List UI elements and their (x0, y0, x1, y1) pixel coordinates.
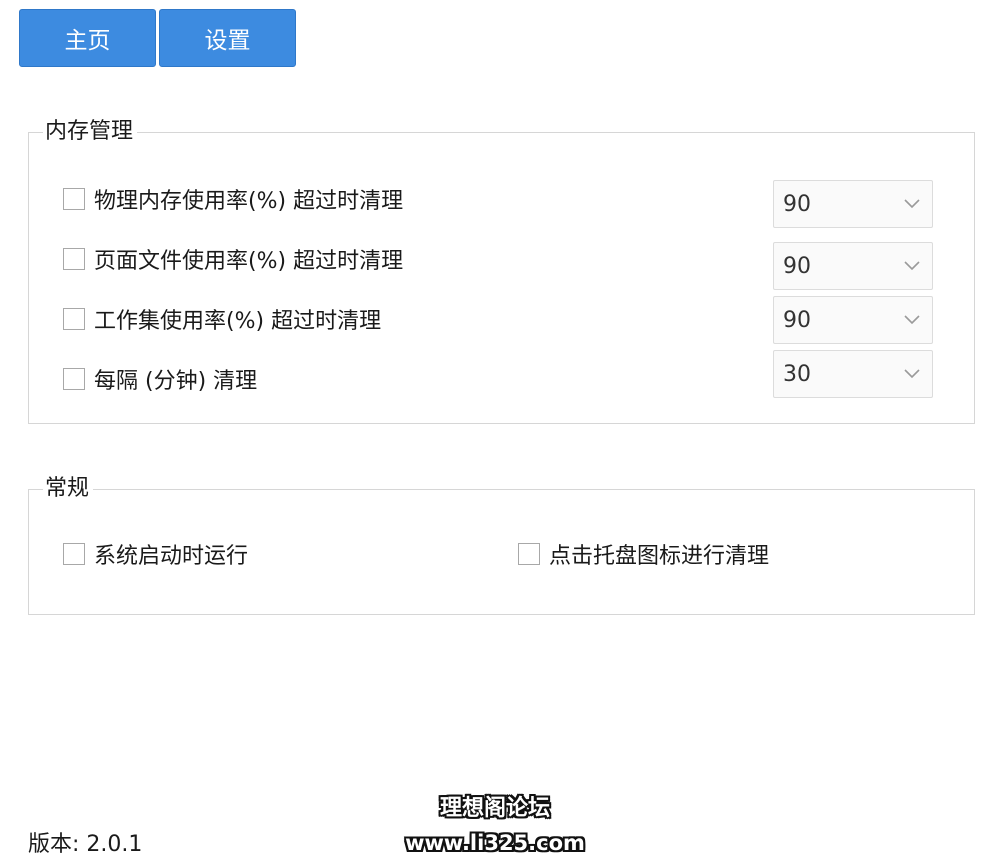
watermark-url: www.li325.com (405, 831, 585, 855)
page-file-label: 页面文件使用率(%) 超过时清理 (94, 249, 404, 274)
working-set-checkbox[interactable] (63, 308, 85, 330)
version-label: 版本: 2.0.1 (28, 832, 143, 857)
general-group: 常规 系统启动时运行 点击托盘图标进行清理 (28, 474, 975, 615)
chevron-down-icon (904, 199, 920, 209)
tray-click-clean-label: 点击托盘图标进行清理 (549, 544, 770, 569)
page-file-threshold-value: 90 (783, 253, 811, 279)
chevron-down-icon (904, 315, 920, 325)
interval-option[interactable]: 每隔 (分钟) 清理 (63, 363, 257, 395)
interval-checkbox[interactable] (63, 368, 85, 390)
tray-click-clean-checkbox[interactable] (518, 543, 540, 565)
memory-management-group: 内存管理 物理内存使用率(%) 超过时清理 90 页面文件使用率(%) 超过时清… (28, 117, 975, 424)
tray-click-clean-option[interactable]: 点击托盘图标进行清理 (518, 538, 769, 570)
general-title: 常规 (43, 474, 94, 504)
physical-memory-threshold-select[interactable]: 90 (773, 180, 933, 228)
physical-memory-checkbox[interactable] (63, 188, 85, 210)
run-at-startup-checkbox[interactable] (63, 543, 85, 565)
page-file-option[interactable]: 页面文件使用率(%) 超过时清理 (63, 243, 403, 275)
chevron-down-icon (904, 261, 920, 271)
interval-label: 每隔 (分钟) 清理 (94, 369, 258, 394)
run-at-startup-option[interactable]: 系统启动时运行 (63, 538, 248, 570)
run-at-startup-label: 系统启动时运行 (94, 544, 249, 569)
working-set-threshold-value: 90 (783, 307, 811, 333)
physical-memory-label: 物理内存使用率(%) 超过时清理 (94, 189, 404, 214)
memory-management-title: 内存管理 (43, 117, 138, 147)
watermark-name: 理想阁论坛 (439, 796, 550, 821)
page-file-checkbox[interactable] (63, 248, 85, 270)
working-set-label: 工作集使用率(%) 超过时清理 (94, 309, 382, 334)
physical-memory-option[interactable]: 物理内存使用率(%) 超过时清理 (63, 183, 403, 215)
home-tab-button[interactable]: 主页 (19, 9, 156, 67)
working-set-threshold-select[interactable]: 90 (773, 296, 933, 344)
interval-minutes-select[interactable]: 30 (773, 350, 933, 398)
page-file-threshold-select[interactable]: 90 (773, 242, 933, 290)
watermark: 理想阁论坛 www.li325.com (395, 792, 595, 860)
chevron-down-icon (904, 369, 920, 379)
working-set-option[interactable]: 工作集使用率(%) 超过时清理 (63, 303, 381, 335)
settings-tab-button[interactable]: 设置 (159, 9, 296, 67)
interval-minutes-value: 30 (783, 361, 811, 387)
physical-memory-threshold-value: 90 (783, 191, 811, 217)
